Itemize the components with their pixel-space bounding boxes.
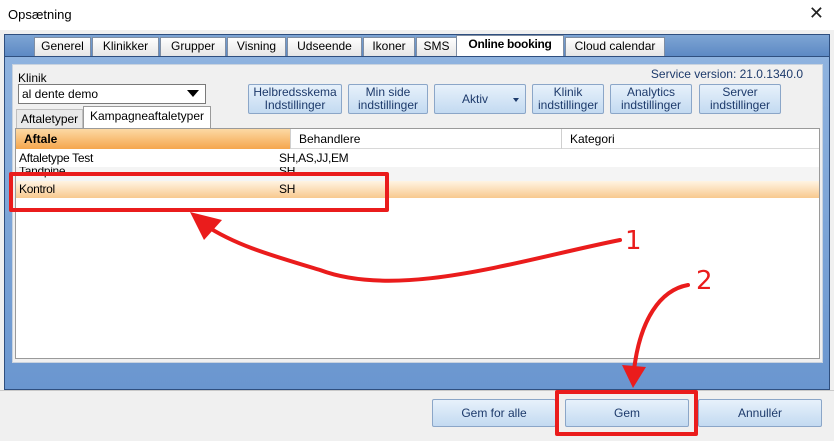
- klinik-settings-button[interactable]: Klinik indstillinger: [532, 84, 604, 114]
- window-title: Opsætning: [8, 7, 72, 22]
- klinik-label: Klinik: [18, 71, 47, 85]
- button-line2: indstillinger: [357, 98, 419, 112]
- footer-separator: [0, 390, 834, 391]
- tab-ikoner[interactable]: Ikoner: [363, 37, 415, 56]
- title-bar: Opsætning ✕: [0, 0, 834, 30]
- min-side-settings-button[interactable]: Min side indstillinger: [348, 84, 428, 114]
- server-settings-button[interactable]: Server indstillinger: [699, 84, 781, 114]
- column-header-behandlere[interactable]: Behandlere: [291, 129, 562, 149]
- cancel-button[interactable]: Annullér: [698, 399, 822, 427]
- tab-sms[interactable]: SMS: [416, 37, 456, 56]
- button-label: Aktiv: [461, 92, 488, 106]
- service-version: Service version: 21.0.1340.0: [650, 67, 803, 81]
- annotation-number-2: 2: [696, 266, 713, 296]
- subtab-kampagneaftaletyper[interactable]: Kampagneaftaletyper: [83, 106, 211, 129]
- button-line2: indstillinger: [709, 98, 771, 112]
- table-row[interactable]: Aftaletype Test SH,AS,JJ,EM: [16, 150, 819, 167]
- tab-generel[interactable]: Generel: [34, 37, 91, 56]
- klinik-dropdown[interactable]: al dente demo: [18, 84, 206, 104]
- tab-grupper[interactable]: Grupper: [160, 37, 226, 56]
- klinik-dropdown-value: al dente demo: [22, 87, 99, 101]
- helbredsskema-settings-button[interactable]: Helbredsskema Indstillinger: [248, 84, 342, 114]
- tab-content-panel: Klinik al dente demo Service version: 21…: [4, 56, 830, 390]
- column-header-kategori[interactable]: Kategori: [562, 129, 819, 149]
- analytics-settings-button[interactable]: Analytics indstillinger: [610, 84, 692, 114]
- chevron-down-icon: [187, 90, 199, 97]
- tab-visning[interactable]: Visning: [227, 37, 286, 56]
- tab-cloud-calendar[interactable]: Cloud calendar: [565, 37, 665, 56]
- appointment-types-grid: Aftale Behandlere Kategori Aftaletype Te…: [15, 128, 820, 359]
- column-header-aftale[interactable]: Aftale: [16, 129, 291, 149]
- settings-window: Opsætning ✕ Generel Klinikker Grupper Vi…: [0, 0, 834, 441]
- annotation-box-save: [555, 390, 698, 436]
- tab-strip: Generel Klinikker Grupper Visning Udseen…: [4, 34, 830, 56]
- aktiv-dropdown-button[interactable]: Aktiv: [434, 84, 526, 114]
- annotation-box-row: [9, 172, 389, 212]
- tab-udseende[interactable]: Udseende: [287, 37, 362, 56]
- button-line2: indstillinger: [537, 98, 599, 112]
- tab-online-booking[interactable]: Online booking: [456, 35, 564, 56]
- close-icon[interactable]: ✕: [809, 3, 824, 24]
- cell-behandlere: SH,AS,JJ,EM: [279, 151, 349, 165]
- chevron-down-icon: [513, 98, 519, 102]
- tab-klinikker[interactable]: Klinikker: [92, 37, 159, 56]
- subtab-aftaletyper[interactable]: Aftaletyper: [16, 109, 83, 129]
- annotation-number-1: 1: [625, 226, 642, 256]
- button-line2: indstillinger: [620, 98, 682, 112]
- online-booking-content: Klinik al dente demo Service version: 21…: [12, 64, 823, 363]
- button-line2: Indstillinger: [264, 98, 326, 112]
- save-for-all-button[interactable]: Gem for alle: [432, 399, 556, 427]
- cell-aftale: Aftaletype Test: [19, 151, 93, 165]
- grid-header: Aftale Behandlere Kategori: [16, 129, 819, 149]
